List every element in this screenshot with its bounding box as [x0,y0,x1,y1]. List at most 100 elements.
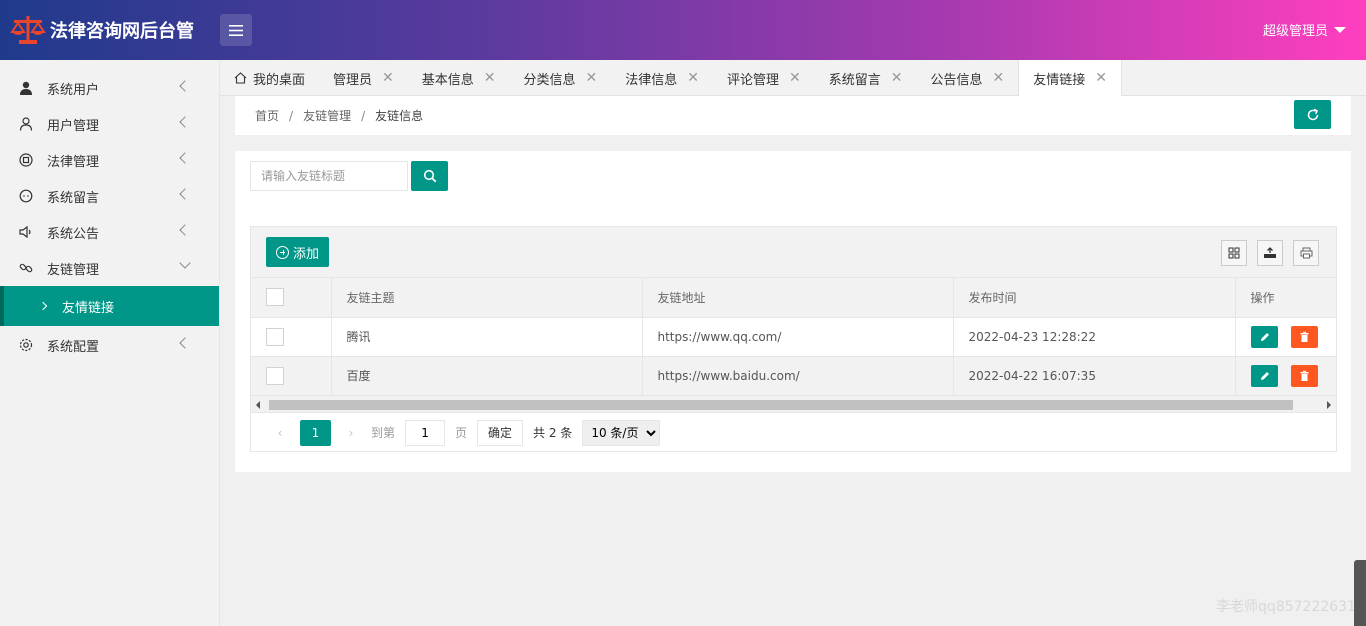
sidebar-item-link-management[interactable]: 友链管理 [0,250,219,286]
tab-label: 友情链接 [1033,72,1086,88]
cell-time: 2022-04-23 12:28:22 [953,317,1236,357]
tab-basic-info[interactable]: 基本信息 ✕ [408,60,510,96]
prev-page-button[interactable]: ‹ [272,426,288,440]
cell-title: 腾讯 [331,317,643,357]
tab-system-messages[interactable]: 系统留言 ✕ [815,60,917,96]
delete-button[interactable] [1291,325,1319,348]
sidebar-item-user-management[interactable]: 用户管理 [0,106,219,142]
print-button[interactable] [1293,240,1319,266]
search-button[interactable] [411,161,448,191]
breadcrumb-current: 友链信息 [375,109,424,123]
chevron-left-icon [179,116,191,128]
add-button-label: 添加 [293,246,320,262]
scrollbar-thumb[interactable] [269,399,1293,410]
main-panel: 添加 友链主题 友链地址 发布时间 操作 [235,151,1351,472]
close-icon[interactable]: ✕ [382,70,394,86]
side-widget [1354,560,1366,626]
edit-button[interactable] [1250,325,1278,348]
breadcrumb-section[interactable]: 友链管理 [303,107,351,124]
refresh-button[interactable] [1294,100,1331,129]
close-icon[interactable]: ✕ [891,70,903,86]
scroll-left-icon[interactable] [256,400,260,409]
data-table: 添加 友链主题 友链地址 发布时间 操作 腾讯 https://www.qq.c… [250,226,1337,452]
sidebar-item-label: 用户管理 [47,118,100,134]
cell-actions [1235,356,1337,396]
table-row: 腾讯 https://www.qq.com/ 2022-04-23 12:28:… [251,317,1337,357]
tab-label: 公告信息 [930,72,983,88]
close-icon[interactable]: ✕ [484,70,496,86]
goto-page-input[interactable] [405,419,446,446]
chevron-left-icon [179,188,191,200]
chevron-left-icon [179,224,191,236]
tab-label: 我的桌面 [253,72,306,88]
sidebar-subitem-friend-links[interactable]: 友情链接 [0,286,219,326]
page-current[interactable]: 1 [300,419,331,446]
delete-button[interactable] [1291,364,1319,387]
goto-confirm-button[interactable]: 确定 [477,419,524,446]
close-icon[interactable]: ✕ [789,70,801,86]
pagination: ‹ 1 › 到第 页 确定 共 2 条 10 条/页 [251,413,1336,453]
tab-admins[interactable]: 管理员 ✕ [319,60,408,96]
menu-toggle-button[interactable] [220,14,252,46]
sidebar: 系统用户 用户管理 法律管理 系统留言 系统公告 友链管理 友情链接 系统配置 [0,60,220,626]
search-input[interactable] [250,161,408,191]
sidebar-item-system-messages[interactable]: 系统留言 [0,178,219,214]
sidebar-item-law-management[interactable]: 法律管理 [0,142,219,178]
per-page-select[interactable]: 10 条/页 [582,419,661,446]
tab-label: 管理员 [333,72,373,88]
home-icon [234,72,247,84]
user-name: 超级管理员 [1262,24,1328,39]
select-all-checkbox[interactable] [266,288,284,307]
table-header-row: 友链主题 友链地址 发布时间 操作 [251,278,1337,318]
sidebar-item-label: 法律管理 [47,154,100,170]
sidebar-item-label: 系统配置 [47,339,100,355]
scroll-right-icon[interactable] [1327,400,1331,409]
pencil-icon [1260,371,1269,380]
tab-label: 基本信息 [421,72,474,88]
scales-icon [10,16,46,44]
tab-label: 系统留言 [828,72,881,88]
breadcrumb-separator: / [361,108,366,123]
gear-icon [18,337,34,353]
row-checkbox[interactable] [266,327,284,346]
user-menu[interactable]: 超级管理员 [1263,20,1346,39]
sidebar-item-system-users[interactable]: 系统用户 [0,70,219,106]
sidebar-item-system-config[interactable]: 系统配置 [0,327,219,363]
cell-time: 2022-04-22 16:07:35 [953,356,1236,396]
export-button[interactable] [1257,240,1283,266]
horizontal-scrollbar[interactable] [251,395,1336,413]
tab-notice-info[interactable]: 公告信息 ✕ [917,60,1019,96]
add-button[interactable]: 添加 [266,237,330,267]
row-checkbox-cell [251,356,332,396]
page-label: 页 [455,426,468,440]
tab-comment-management[interactable]: 评论管理 ✕ [713,60,815,96]
columns-filter-button[interactable] [1221,240,1247,266]
user-solid-icon [18,80,34,96]
tab-label: 评论管理 [727,72,780,88]
sidebar-subitem-label: 友情链接 [62,300,115,316]
tab-law-info[interactable]: 法律信息 ✕ [611,60,713,96]
cell-title: 百度 [331,356,643,396]
row-checkbox[interactable] [266,366,284,385]
tab-label: 分类信息 [523,72,576,88]
close-icon[interactable]: ✕ [1095,70,1107,86]
sidebar-item-system-notices[interactable]: 系统公告 [0,214,219,250]
cell-url: https://www.baidu.com/ [642,356,954,396]
close-icon[interactable]: ✕ [993,70,1005,86]
add-circle-icon [276,245,289,259]
tab-friend-links[interactable]: 友情链接 ✕ [1018,60,1123,96]
tab-desktop[interactable]: 我的桌面 [220,60,319,96]
sidebar-item-label: 系统留言 [47,190,100,206]
next-page-button[interactable]: › [343,426,359,440]
edit-button[interactable] [1250,364,1278,387]
tab-category-info[interactable]: 分类信息 ✕ [510,60,612,96]
breadcrumb-home[interactable]: 首页 [255,107,279,124]
close-icon[interactable]: ✕ [687,70,699,86]
tab-bar: 我的桌面 管理员 ✕ 基本信息 ✕ 分类信息 ✕ 法律信息 ✕ 评论管理 ✕ 系… [220,60,1366,96]
export-icon [1264,247,1276,258]
close-icon[interactable]: ✕ [586,70,598,86]
table-toolbar: 添加 [251,227,1336,278]
cell-actions [1235,317,1337,357]
header-actions: 操作 [1235,278,1337,318]
watermark: 李老师qq857222631 [1216,599,1356,615]
